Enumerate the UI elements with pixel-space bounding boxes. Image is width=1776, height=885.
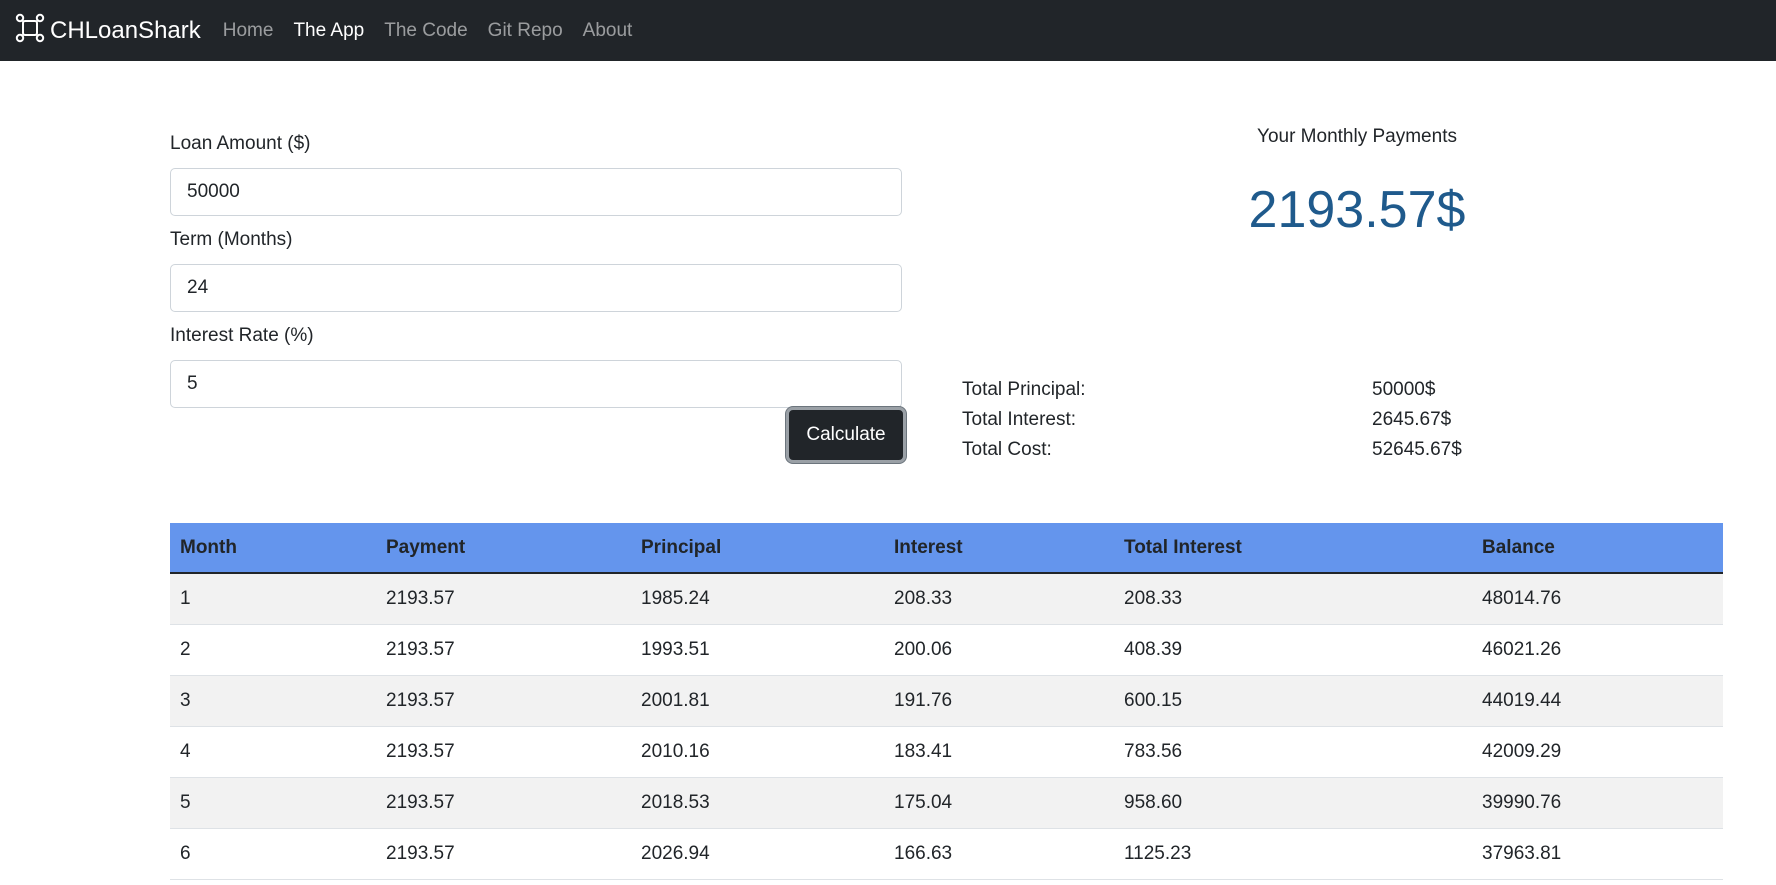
loan-form: Loan Amount ($) Term (Months) Interest R… xyxy=(170,130,902,418)
cell-principal: 2010.16 xyxy=(641,740,710,762)
cell-payment: 2193.57 xyxy=(386,689,455,711)
cell-interest: 166.63 xyxy=(894,842,953,864)
cell-month: 5 xyxy=(180,791,191,813)
cell-interest: 208.33 xyxy=(894,587,953,609)
cell-balance: 42009.29 xyxy=(1482,740,1562,762)
cell-interest: 183.41 xyxy=(894,740,953,762)
total-cost-label: Total Cost: xyxy=(962,439,1052,460)
monthly-payment-amount: 2193.57$ xyxy=(1248,181,1466,239)
total-interest-label: Total Interest: xyxy=(962,409,1077,430)
cell-balance: 37963.81 xyxy=(1482,842,1562,864)
cell-month: 2 xyxy=(180,638,191,660)
calculate-button[interactable]: Calculate xyxy=(786,407,906,463)
cell-principal: 2001.81 xyxy=(641,689,710,711)
total-principal-label: Total Principal: xyxy=(962,379,1086,400)
column-header-balance: Balance xyxy=(1472,523,1723,574)
column-header-interest: Interest xyxy=(884,523,1114,574)
loan-amount-input[interactable] xyxy=(170,168,902,216)
cell-interest: 200.06 xyxy=(894,638,953,660)
column-header-payment: Payment xyxy=(376,523,631,574)
cell-payment: 2193.57 xyxy=(386,740,455,762)
table-header-row: Month Payment Principal Interest Total I… xyxy=(170,523,1723,574)
cell-payment: 2193.57 xyxy=(386,842,455,864)
cell-balance: 48014.76 xyxy=(1482,587,1562,609)
nav-link-the-app[interactable]: The App xyxy=(293,20,364,42)
cell-total-interest: 600.15 xyxy=(1124,689,1183,711)
cell-total-interest: 958.60 xyxy=(1124,791,1183,813)
table-row: 3 2193.57 2001.81 191.76 600.15 44019.44 xyxy=(170,675,1723,726)
nav-links: Home The App The Code Git Repo About xyxy=(223,20,653,42)
cell-interest: 175.04 xyxy=(894,791,953,813)
nav-link-home[interactable]: Home xyxy=(223,20,274,42)
summary-row-interest: Total Interest: 2645.67$ xyxy=(962,405,1482,435)
monthly-payments-title: Your Monthly Payments xyxy=(1257,126,1457,147)
summary-row-cost: Total Cost: 52645.67$ xyxy=(962,435,1482,465)
table-row: 2 2193.57 1993.51 200.06 408.39 46021.26 xyxy=(170,624,1723,675)
interest-rate-label: Interest Rate (%) xyxy=(170,325,314,346)
amortization-table-wrapper: Month Payment Principal Interest Total I… xyxy=(170,523,1723,880)
nav-link-git-repo[interactable]: Git Repo xyxy=(488,20,563,42)
table-row: 5 2193.57 2018.53 175.04 958.60 39990.76 xyxy=(170,777,1723,828)
column-header-month: Month xyxy=(170,523,376,574)
loan-amount-label: Loan Amount ($) xyxy=(170,133,311,154)
loan-shark-logo-icon xyxy=(14,12,46,49)
column-header-total-interest: Total Interest xyxy=(1114,523,1472,574)
amortization-table: Month Payment Principal Interest Total I… xyxy=(170,523,1723,880)
total-cost-value: 52645.67$ xyxy=(1372,439,1462,460)
table-row: 4 2193.57 2010.16 183.41 783.56 42009.29 xyxy=(170,726,1723,777)
cell-balance: 39990.76 xyxy=(1482,791,1562,813)
nav-link-the-code[interactable]: The Code xyxy=(384,20,467,42)
cell-month: 6 xyxy=(180,842,191,864)
cell-total-interest: 208.33 xyxy=(1124,587,1183,609)
interest-rate-input[interactable] xyxy=(170,360,902,408)
total-interest-value: 2645.67$ xyxy=(1372,409,1452,430)
cell-payment: 2193.57 xyxy=(386,791,455,813)
cell-total-interest: 408.39 xyxy=(1124,638,1183,660)
cell-payment: 2193.57 xyxy=(386,638,455,660)
cell-principal: 2026.94 xyxy=(641,842,710,864)
brand-link[interactable]: CHLoanShark xyxy=(14,12,201,49)
table-row: 1 2193.57 1985.24 208.33 208.33 48014.76 xyxy=(170,573,1723,624)
brand-name: CHLoanShark xyxy=(50,16,201,44)
cell-month: 4 xyxy=(180,740,191,762)
cell-payment: 2193.57 xyxy=(386,587,455,609)
cell-month: 1 xyxy=(180,587,191,609)
table-row: 6 2193.57 2026.94 166.63 1125.23 37963.8… xyxy=(170,828,1723,879)
cell-interest: 191.76 xyxy=(894,689,953,711)
top-navbar: CHLoanShark Home The App The Code Git Re… xyxy=(0,0,1776,61)
term-label: Term (Months) xyxy=(170,229,293,250)
cell-total-interest: 783.56 xyxy=(1124,740,1183,762)
cell-principal: 2018.53 xyxy=(641,791,710,813)
cell-month: 3 xyxy=(180,689,191,711)
column-header-principal: Principal xyxy=(631,523,884,574)
cell-principal: 1993.51 xyxy=(641,638,710,660)
loan-summary: Total Principal: 50000$ Total Interest: … xyxy=(962,375,1482,465)
total-principal-value: 50000$ xyxy=(1372,379,1436,400)
cell-balance: 46021.26 xyxy=(1482,638,1562,660)
cell-balance: 44019.44 xyxy=(1482,689,1562,711)
term-input[interactable] xyxy=(170,264,902,312)
nav-link-about[interactable]: About xyxy=(583,20,633,42)
cell-total-interest: 1125.23 xyxy=(1124,842,1192,864)
summary-row-principal: Total Principal: 50000$ xyxy=(962,375,1482,405)
cell-principal: 1985.24 xyxy=(641,587,710,609)
